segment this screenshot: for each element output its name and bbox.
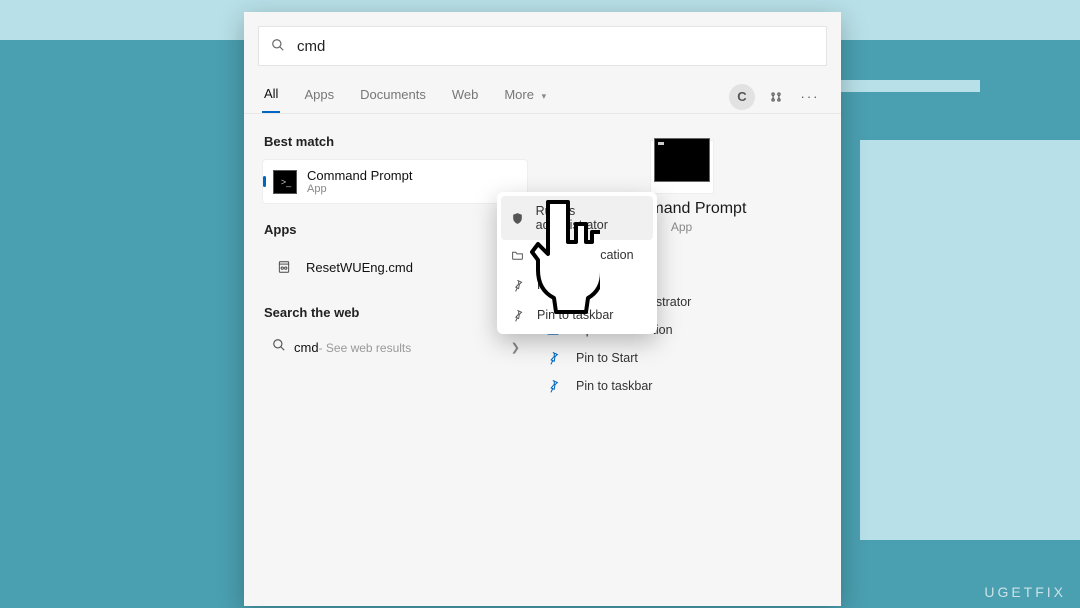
web-heading: Search the web: [264, 305, 534, 320]
web-result[interactable]: cmd - See web results ❯: [262, 330, 534, 365]
context-menu: Run as administrator Open file location …: [497, 192, 657, 334]
ctx-label: Pin to taskbar: [537, 308, 613, 322]
apps-heading: Apps: [264, 222, 534, 237]
web-query: cmd: [294, 340, 319, 355]
app-preview-tile: [650, 140, 714, 194]
pin-icon: [511, 279, 531, 292]
ctx-pin-to-start[interactable]: Pin to Start: [501, 270, 653, 300]
best-match-result[interactable]: >_ Command Prompt App: [262, 159, 528, 204]
best-match-heading: Best match: [264, 134, 534, 149]
script-file-icon: [272, 255, 296, 279]
watermark-text: UGETFIX: [984, 584, 1066, 600]
command-prompt-icon: [654, 138, 710, 182]
pin-icon: [511, 309, 531, 322]
result-title: Command Prompt: [307, 168, 412, 183]
action-label: Pin to Start: [576, 351, 638, 365]
action-label: Pin to taskbar: [576, 379, 652, 393]
tab-apps[interactable]: Apps: [302, 81, 336, 112]
results-column: Best match >_ Command Prompt App Apps Re…: [244, 114, 534, 606]
web-suffix: - See web results: [319, 341, 412, 355]
result-title: ResetWUEng.cmd: [306, 260, 413, 275]
tab-more[interactable]: More ▾: [502, 81, 548, 112]
pin-icon: [546, 351, 568, 365]
search-icon: [271, 38, 287, 54]
pin-icon: [546, 379, 568, 393]
shield-icon: [511, 212, 530, 225]
options-icon[interactable]: [763, 84, 789, 110]
action-pin-to-start[interactable]: Pin to Start: [540, 344, 823, 372]
tab-all[interactable]: All: [262, 80, 280, 113]
detail-column: Command Prompt App Run as administrator …: [534, 114, 841, 606]
app-result[interactable]: ResetWUEng.cmd ❯: [262, 247, 528, 287]
tab-more-label: More: [504, 87, 534, 102]
ctx-label: Run as administrator: [536, 204, 643, 232]
tab-web[interactable]: Web: [450, 81, 481, 112]
action-pin-to-taskbar[interactable]: Pin to taskbar: [540, 372, 823, 400]
ctx-open-file-location[interactable]: Open file location: [501, 240, 653, 270]
filter-tabs: All Apps Documents Web More ▾ C ···: [244, 74, 841, 114]
ctx-run-as-admin[interactable]: Run as administrator: [501, 196, 653, 240]
ctx-label: Pin to Start: [537, 278, 599, 292]
ctx-label: Open file location: [537, 248, 634, 262]
ctx-pin-to-taskbar[interactable]: Pin to taskbar: [501, 300, 653, 330]
tab-documents[interactable]: Documents: [358, 81, 428, 112]
result-subtitle: App: [307, 183, 412, 195]
search-icon: [272, 338, 294, 357]
chevron-down-icon: ▾: [542, 91, 547, 101]
folder-icon: [511, 249, 531, 262]
command-prompt-icon: >_: [273, 170, 297, 194]
search-query-text: cmd: [297, 38, 325, 55]
more-menu-icon[interactable]: ···: [797, 84, 823, 110]
search-input[interactable]: cmd: [258, 26, 827, 66]
chevron-right-icon: ❯: [511, 341, 524, 354]
user-avatar[interactable]: C: [729, 84, 755, 110]
